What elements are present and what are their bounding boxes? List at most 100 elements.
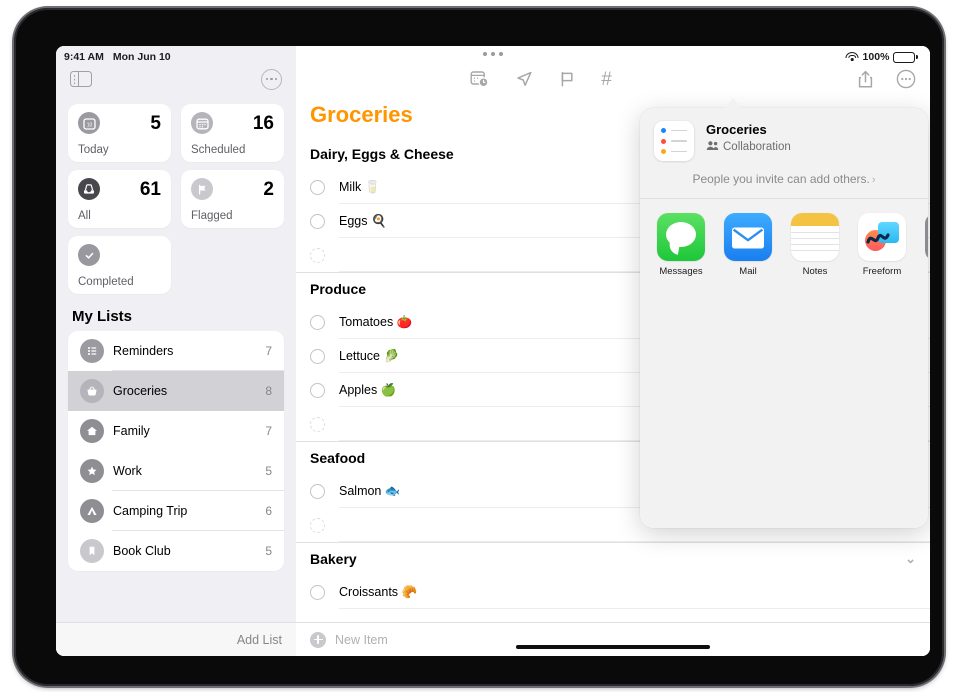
bookmark-icon [80,539,104,563]
smart-list-count: 16 [252,112,274,134]
item-checkbox[interactable] [310,213,325,229]
smart-list-label: Today [78,144,109,156]
sidebar-item-count: 5 [265,464,272,478]
svg-text:10: 10 [86,122,92,128]
share-target-messages[interactable]: Messages [657,213,705,278]
section-header[interactable]: Bakery ⌄ [310,543,930,575]
share-target-label: Mail [739,266,757,277]
sidebar-item-work[interactable]: Work 5 [68,451,284,491]
sidebar-item-book-club[interactable]: Book Club 5 [68,531,284,571]
smart-list-scheduled[interactable]: 16 Scheduled [181,104,284,162]
calendar-day-icon: 10 [78,112,100,134]
sidebar-item-label: Camping Trip [113,504,188,518]
chevron-down-icon[interactable]: ⌄ [905,551,916,567]
share-icon[interactable] [857,70,874,89]
section-title: Bakery [310,551,357,567]
smart-list-flagged[interactable]: 2 Flagged [181,170,284,228]
plus-circle-icon[interactable] [310,631,326,648]
share-popover: Groceries Collaboration People you invit… [640,108,928,528]
sidebar-toggle-icon[interactable] [70,71,92,87]
item-checkbox[interactable] [310,179,325,195]
list-item[interactable]: Croissants 🥐 [310,575,930,609]
flag-icon[interactable] [559,70,575,88]
item-checkbox[interactable] [310,382,325,398]
smart-list-count: 2 [263,178,274,200]
item-checkbox[interactable] [310,314,325,330]
sidebar-item-label: Work [113,464,142,478]
calendar-icon [191,112,213,134]
reminders-list-thumbnail [654,121,694,161]
item-text: Salmon 🐟 [339,483,401,498]
item-checkbox-placeholder[interactable] [310,416,325,432]
smart-list-label: Flagged [191,210,233,222]
smart-list-all[interactable]: 61 All [68,170,171,228]
share-target-freeform[interactable]: Freeform [858,213,906,278]
wifi-icon [845,52,859,62]
people-icon [706,140,719,154]
my-lists-header: My Lists [72,308,133,325]
sidebar-item-camping-trip[interactable]: Camping Trip 6 [68,491,284,531]
sidebar-item-label: Reminders [113,344,174,358]
smart-list-label: Scheduled [191,144,246,156]
item-checkbox-placeholder[interactable] [310,247,325,263]
sidebar: 10 5 Today 16 Scheduled 61 All 2 Flagged… [56,46,296,656]
list-bullet-icon [80,339,104,363]
more-apps-icon [925,213,928,261]
item-checkbox[interactable] [310,483,325,499]
share-target-label: Messages [659,266,703,277]
invite-permission-link[interactable]: People you invite can add others. › [654,172,914,186]
messages-app-icon [657,213,705,261]
my-lists-group: Reminders 7 Groceries 8 Family 7 Work 5 … [68,331,284,571]
item-checkbox-placeholder[interactable] [310,517,325,533]
new-item-placeholder: New Item [335,632,388,647]
multitasking-handle[interactable] [483,52,503,56]
item-text: Croissants 🥐 [339,584,418,599]
section-title: Seafood [310,450,366,466]
checkmark-circle-icon [78,244,100,266]
share-target-label: Freeform [862,266,902,277]
notes-app-icon [791,213,839,261]
sidebar-footer: Add List [56,622,296,656]
status-date: Mon Jun 10 [112,51,171,63]
sidebar-item-groceries[interactable]: Groceries 8 [68,371,284,411]
section-bakery: Bakery ⌄ Croissants 🥐 [296,543,930,609]
sidebar-item-count: 7 [265,424,272,438]
item-text: Eggs 🍳 [339,213,387,228]
add-list-button[interactable]: Add List [237,633,282,647]
mail-app-icon [724,213,772,261]
share-target-mail[interactable]: Mail [724,213,772,278]
item-checkbox[interactable] [310,584,325,600]
flag-icon [191,178,213,200]
location-arrow-icon[interactable] [515,70,533,88]
ipad-device-frame: 9:41 AM Mon Jun 10 100% 10 5 Today 16 Sc… [14,8,944,686]
status-bar: 9:41 AM Mon Jun 10 100% [56,46,930,68]
smart-list-today[interactable]: 10 5 Today [68,104,171,162]
smart-list-completed[interactable]: Completed [68,236,171,294]
hashtag-icon[interactable]: # [601,70,612,89]
smart-list-count: 61 [139,178,161,200]
ellipsis-circle-icon[interactable] [896,69,916,89]
item-text: Tomatoes 🍅 [339,314,413,329]
smart-list-count: 5 [150,112,161,134]
smart-list-label: All [78,210,91,222]
share-apps-row[interactable]: Messages Mail Notes Freeform [640,199,928,288]
sidebar-item-count: 6 [265,504,272,518]
popover-subtitle: Collaboration [723,140,791,153]
sidebar-item-count: 5 [265,544,272,558]
new-item-row[interactable]: New Item [296,622,930,656]
sidebar-item-reminders[interactable]: Reminders 7 [68,331,284,371]
item-checkbox[interactable] [310,348,325,364]
calendar-badge-clock-icon[interactable] [470,70,489,88]
popover-title: Groceries [706,122,767,137]
share-target-notes[interactable]: Notes [791,213,839,278]
popover-body [640,287,928,528]
star-icon [80,459,104,483]
ellipsis-circle-icon[interactable] [261,68,282,90]
basket-icon [80,379,104,403]
battery-full-icon [893,51,918,63]
sidebar-item-count: 7 [265,344,272,358]
smart-list-label: Completed [78,276,134,288]
share-target-label: wi [925,266,928,278]
sidebar-item-family[interactable]: Family 7 [68,411,284,451]
share-target-more[interactable]: wi [925,213,928,278]
